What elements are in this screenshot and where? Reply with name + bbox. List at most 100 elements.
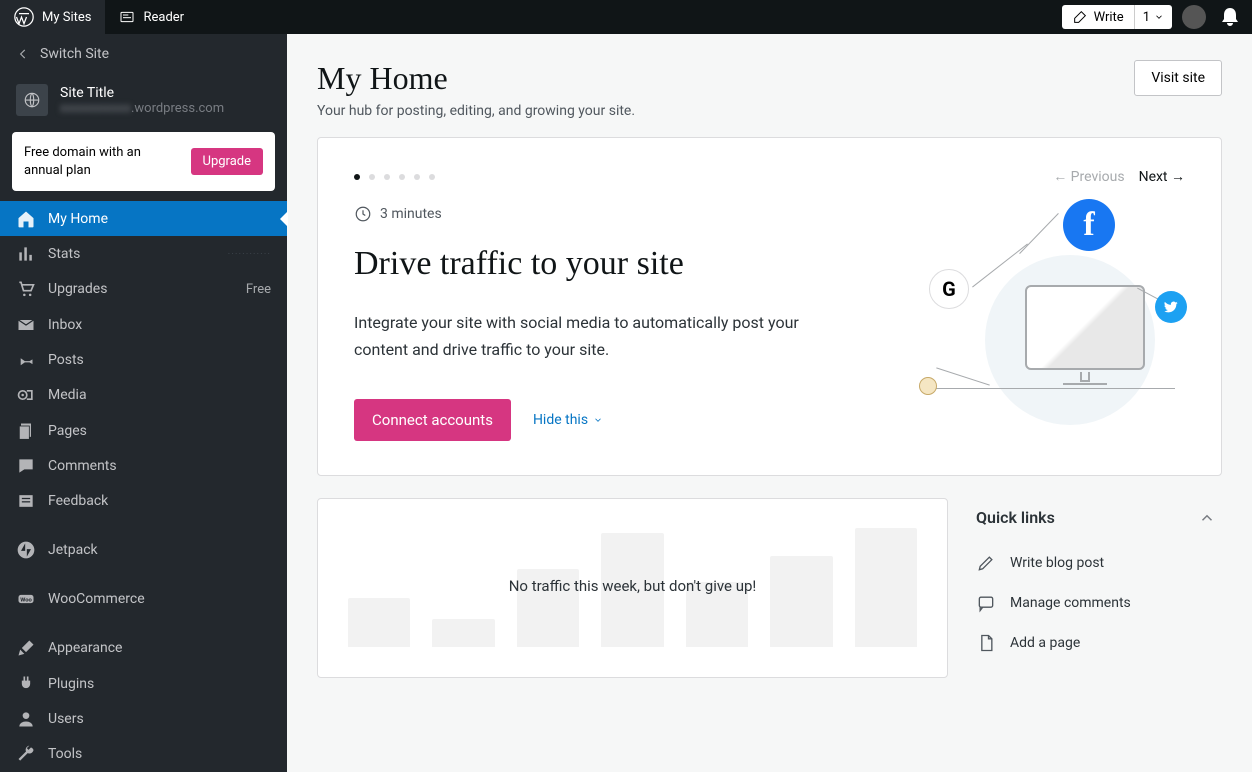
quick-item-label: Manage comments [1010,595,1131,611]
step-dots [354,174,435,180]
nav-upgrades[interactable]: Upgrades Free [0,272,287,307]
nav-label: My Home [48,211,108,227]
sidebar: Switch Site Site Title xxxxxxxxxxx.wordp… [0,34,287,772]
reader-icon [119,9,135,25]
task-time: 3 minutes [354,205,895,223]
task-illustration: G f [925,205,1185,405]
quick-links: Quick links Write blog post Manage comme… [970,498,1222,678]
user-icon [16,709,36,729]
nav-my-home[interactable]: My Home [0,201,287,236]
upsell-text: Free domain with an annual plan [24,144,181,179]
traffic-card: No traffic this week, but don't give up! [317,498,948,678]
nav-plugins[interactable]: Plugins [0,666,287,701]
chevron-down-icon [1154,12,1164,22]
domain-upsell: Free domain with an annual plan Upgrade [12,132,275,191]
chat-icon [976,593,996,613]
mail-icon [16,315,36,335]
write-icon [1072,9,1088,25]
connect-accounts-button[interactable]: Connect accounts [354,399,511,441]
task-description: Integrate your site with social media to… [354,309,834,363]
site-info[interactable]: Site Title xxxxxxxxxxx.wordpress.com [0,74,287,128]
page-icon [976,633,996,653]
nav-comments[interactable]: Comments [0,448,287,483]
clock-icon [354,205,372,223]
nav-inbox[interactable]: Inbox [0,307,287,342]
quick-links-title: Quick links [976,508,1055,527]
task-title: Drive traffic to your site [354,245,895,283]
site-title: Site Title [60,85,224,101]
quick-write-post[interactable]: Write blog post [970,543,1222,583]
nav-pages[interactable]: Pages [0,413,287,448]
nav-label: Feedback [48,493,108,509]
globe-icon [23,91,41,109]
jetpack-icon [16,540,36,560]
pin-icon [16,350,36,370]
brush-icon [16,638,36,658]
facebook-icon: f [1063,199,1115,251]
svg-text:Woo: Woo [20,598,32,604]
task-card: ← Previous Next → 3 minutes Drive traffi… [317,137,1222,476]
nav-label: Plugins [48,676,94,692]
pencil-icon [976,553,996,573]
nav-media[interactable]: Media [0,378,287,413]
nav-posts[interactable]: Posts [0,342,287,377]
pager-previous[interactable]: ← Previous [1053,168,1124,185]
nav-label: Jetpack [48,542,98,558]
page-subtitle: Your hub for posting, editing, and growi… [317,103,635,119]
nav-label: Appearance [48,640,122,656]
nav-label: Pages [48,423,87,439]
nav-jetpack[interactable]: Jetpack [0,533,287,568]
notifications-icon[interactable] [1218,5,1242,29]
nav-label: Media [48,387,87,403]
user-avatar[interactable] [1182,5,1206,29]
nav-label: Upgrades [48,281,107,297]
wordpress-logo-icon [14,7,34,27]
nav-label: Inbox [48,317,82,333]
nav-label: Users [48,711,84,727]
comment-icon [16,456,36,476]
topbar-my-sites[interactable]: My Sites [0,0,105,34]
twitter-icon [1155,291,1187,323]
plugin-icon [16,674,36,694]
chevron-up-icon[interactable] [1198,509,1216,527]
page-title: My Home [317,60,635,97]
topbar-my-sites-label: My Sites [42,10,91,25]
nav-users[interactable]: Users [0,701,287,736]
stats-sparkline: ············ [228,249,271,260]
pages-icon [16,421,36,441]
topbar: My Sites Reader Write 1 [0,0,1252,34]
google-icon: G [929,269,969,309]
task-time-label: 3 minutes [380,206,442,222]
write-count-dropdown[interactable]: 1 [1134,5,1172,29]
quick-add-page[interactable]: Add a page [970,623,1222,663]
upgrades-badge: Free [246,282,271,297]
switch-site-link[interactable]: Switch Site [0,34,287,74]
wrench-icon [16,744,36,764]
switch-site-label: Switch Site [40,46,109,62]
visit-site-button[interactable]: Visit site [1134,60,1222,96]
write-count: 1 [1143,10,1150,25]
stats-icon [16,244,36,264]
topbar-reader[interactable]: Reader [105,0,198,34]
pager-next[interactable]: Next → [1139,168,1185,185]
nav-appearance[interactable]: Appearance [0,631,287,666]
quick-item-label: Write blog post [1010,555,1104,571]
topbar-reader-label: Reader [143,10,184,25]
upgrade-button[interactable]: Upgrade [191,148,263,175]
media-icon [16,385,36,405]
quick-manage-comments[interactable]: Manage comments [970,583,1222,623]
hide-task-link[interactable]: Hide this [533,412,603,428]
quick-item-label: Add a page [1010,635,1080,651]
write-button-label: Write [1094,10,1124,25]
cart-icon [16,279,36,299]
nav-stats[interactable]: Stats ············ [0,236,287,271]
nav-tools[interactable]: Tools [0,737,287,772]
nav-woocommerce[interactable]: Woo WooCommerce [0,582,287,617]
nav-label: Tools [48,746,82,762]
site-avatar [16,84,48,116]
nav-label: WooCommerce [48,591,145,607]
caret-down-icon [593,415,603,425]
nav-label: Posts [48,352,84,368]
write-button[interactable]: Write 1 [1062,5,1172,29]
nav-feedback[interactable]: Feedback [0,484,287,519]
